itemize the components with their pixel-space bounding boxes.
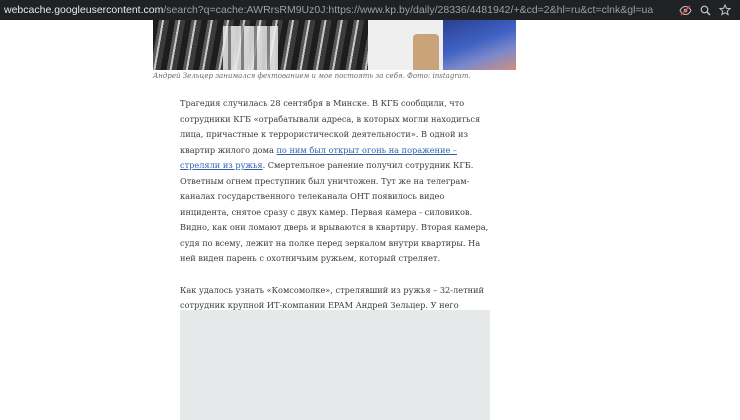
address-bar[interactable]: webcache.googleusercontent.com/search?q=… <box>4 2 704 18</box>
browser-toolbar: webcache.googleusercontent.com/search?q=… <box>0 0 740 20</box>
url-path: /search?q=cache:AWRrsRM9Uz0J:https://www… <box>163 4 654 16</box>
url-host: webcache.googleusercontent.com <box>4 4 164 16</box>
article-page: Андрей Зельцер занимался фехтованием и м… <box>0 20 740 420</box>
bookmark-star-icon[interactable] <box>718 3 732 17</box>
article-photo <box>153 20 516 70</box>
url-fade <box>650 0 676 20</box>
photo-caption: Андрей Зельцер занимался фехтованием и м… <box>153 72 471 80</box>
zoom-icon[interactable] <box>698 3 712 17</box>
tracking-blocked-icon[interactable] <box>678 3 692 17</box>
article-paragraph-1: Трагедия случилась 28 сентября в Минске.… <box>180 98 489 263</box>
media-placeholder <box>180 310 490 420</box>
